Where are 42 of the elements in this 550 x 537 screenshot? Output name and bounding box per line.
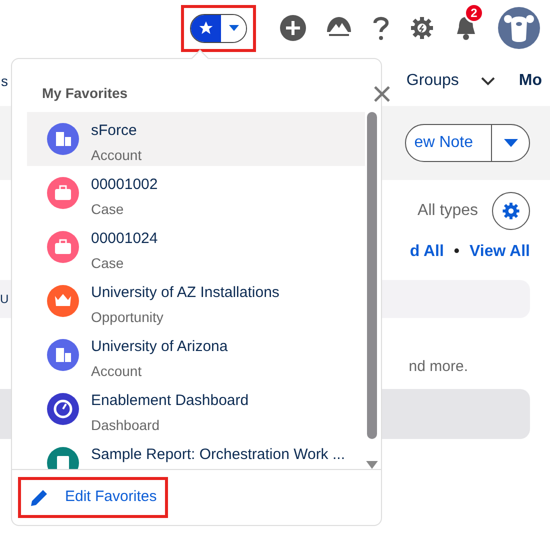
separator-dot: •: [454, 242, 460, 262]
favorite-name: Enablement Dashboard: [91, 391, 249, 411]
edit-favorites-link[interactable]: Edit Favorites: [29, 486, 157, 509]
favorite-type: Case: [91, 200, 125, 219]
favorite-name: Sample Report: Orchestration Work ...: [91, 445, 345, 465]
filter-label: All types: [418, 201, 478, 221]
favorite-type: Account: [91, 362, 143, 381]
row-text: U: [0, 291, 9, 308]
nav-tab[interactable]: Groups: [406, 69, 495, 93]
popover-title: My Favorites: [42, 84, 128, 103]
favorite-type: Opportunity: [91, 308, 164, 327]
new-note-button[interactable]: ew Note: [405, 124, 530, 162]
gear-icon: [502, 202, 520, 220]
gear-icon[interactable]: [410, 16, 434, 40]
chevron-icon: [480, 76, 495, 86]
pencil-icon: [29, 488, 49, 508]
hint-text: nd more.: [408, 357, 468, 377]
link[interactable]: d All: [410, 240, 444, 264]
nav-tab[interactable]: s: [0, 70, 8, 92]
caret-icon: [228, 25, 238, 31]
favorite-name: University of Arizona: [91, 337, 228, 357]
favorite-type: Account: [91, 146, 142, 165]
bell-icon[interactable]: [454, 15, 478, 41]
star-icon: [198, 20, 214, 36]
favorite-type: Dashboard: [91, 416, 160, 435]
close-icon[interactable]: [373, 84, 391, 102]
favorite-name: 00001002: [91, 175, 158, 195]
favorites-button[interactable]: [190, 14, 247, 42]
favorite-name: University of AZ Installations: [91, 283, 280, 303]
favorite-name: 00001024: [91, 229, 158, 249]
notification-badge: 2: [464, 3, 484, 23]
view-all-link[interactable]: View All: [470, 240, 530, 264]
scroll-down-icon[interactable]: [366, 461, 378, 469]
favorite-type: Case: [91, 254, 125, 273]
add-icon[interactable]: [280, 15, 306, 41]
avatar[interactable]: [498, 7, 540, 49]
favorite-name: sForce: [91, 121, 138, 141]
help-icon[interactable]: [372, 15, 390, 41]
favorite-item[interactable]: sForce Account: [27, 112, 365, 166]
nav-tab[interactable]: Mo: [518, 69, 542, 93]
settings-button[interactable]: [492, 192, 530, 230]
caret-icon: [504, 139, 518, 147]
